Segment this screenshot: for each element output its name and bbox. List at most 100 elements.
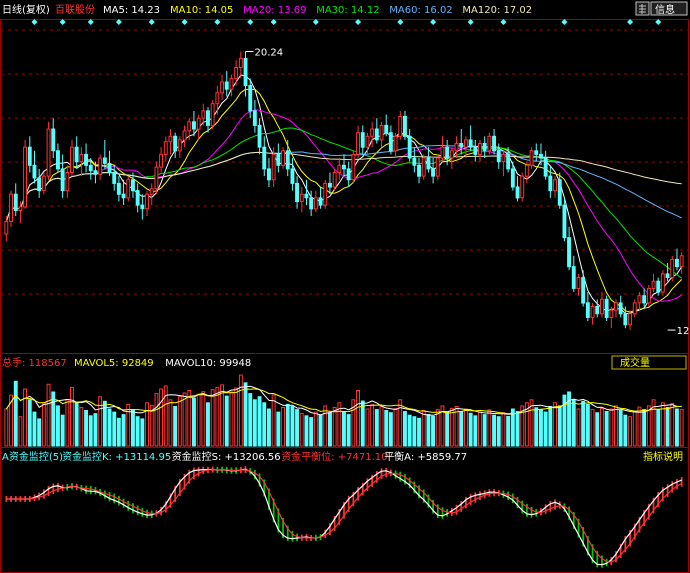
candle-body <box>421 157 426 177</box>
volume-bar <box>642 409 647 447</box>
volume-bars <box>4 374 684 447</box>
candle-body <box>374 128 379 141</box>
indicator-help-button[interactable]: 指标说明 <box>643 450 683 463</box>
volume-bar <box>332 407 337 447</box>
volume-bar <box>473 415 478 447</box>
candle-body <box>379 124 384 141</box>
candle-body <box>159 153 164 168</box>
volume-bar <box>679 408 684 447</box>
volume-bar <box>407 414 412 447</box>
candle-body <box>206 110 210 126</box>
ma-legend-item: MA10: 14.05 <box>170 5 233 16</box>
volume-bar <box>346 414 351 447</box>
candle-body <box>628 313 632 326</box>
candle-body <box>581 277 586 304</box>
volume-bar <box>243 382 248 447</box>
candle-body <box>356 132 361 155</box>
volume-bar <box>468 412 473 447</box>
volume-bar <box>571 399 576 447</box>
volume-bar <box>4 408 9 447</box>
volume-bar <box>309 417 314 447</box>
ma-legend-item: MA5: 14.23 <box>103 5 160 16</box>
candle-body <box>623 313 628 326</box>
volume-bar <box>84 410 88 447</box>
candle-body <box>403 115 407 137</box>
candle-body <box>60 168 65 192</box>
candle-body <box>290 168 295 184</box>
candle-body <box>328 182 332 188</box>
candle-body <box>224 81 229 90</box>
indicator-s-line <box>6 469 682 563</box>
volume-bar <box>93 413 98 447</box>
candle-body <box>234 67 239 79</box>
price-annotations: 20.24 12.55 <box>245 48 690 337</box>
volume-bar <box>154 393 159 447</box>
volume-bar <box>384 410 389 447</box>
stock-chart-svg: 20.24 12.55 日线(复权) 百联股份 MA5: 14.23 MA10: 1… <box>0 1 690 573</box>
period-label[interactable]: 日线(复权) <box>2 3 50 16</box>
candle-body <box>637 295 642 304</box>
ma-legend-item: MA20: 13.69 <box>243 5 306 16</box>
volume-bar <box>374 409 379 447</box>
candle-body <box>304 193 309 199</box>
indicator-legend-item: 资金监控K: +13114.95 <box>62 450 171 463</box>
volume-bar <box>252 399 257 447</box>
indicator-title: A资金监控(5) <box>2 450 63 463</box>
candle-body <box>243 57 248 87</box>
candle-body <box>449 150 454 159</box>
volume-bar <box>116 417 121 447</box>
volume-bar <box>290 406 295 447</box>
volume-bar <box>41 402 46 447</box>
grid-icon-lines <box>639 4 646 14</box>
volume-bar <box>431 415 436 447</box>
volume-bar <box>576 408 581 447</box>
indicator-legend-item: 资金监控S: +13206.56 <box>172 450 281 463</box>
candle-body <box>384 124 389 134</box>
volume-bar <box>107 408 112 447</box>
volume-bar <box>435 409 440 447</box>
candle-body <box>609 309 614 318</box>
candle-body <box>93 170 98 175</box>
candle-body <box>281 150 286 166</box>
volume-legend-item: 总手: 118567 <box>2 356 67 369</box>
volume-bar <box>238 374 243 447</box>
volume-bar <box>487 409 492 447</box>
price-panel-frame <box>0 19 689 354</box>
volume-bar <box>515 411 520 447</box>
volume-bar <box>342 411 346 447</box>
volume-bar <box>74 402 79 447</box>
candle-body <box>154 166 159 190</box>
ma-legend: MA5: 14.23 MA10: 14.05 MA20: 13.69 MA30: 14… <box>103 5 532 16</box>
volume-bar <box>248 393 253 447</box>
candle-body <box>515 186 520 199</box>
candle-body <box>510 168 515 188</box>
candle-body <box>112 172 117 184</box>
candle-body <box>557 179 562 206</box>
volume-bar <box>562 394 567 447</box>
volume-bar <box>13 380 18 447</box>
candle-body <box>492 135 497 152</box>
candle-body <box>192 121 196 130</box>
candle-body <box>41 175 46 192</box>
candle-body <box>98 157 103 175</box>
volume-indicator-label: 成交量 <box>620 356 650 369</box>
indicator-legend-item: 资金平衡位: +7471.10 <box>281 450 387 463</box>
volume-bar <box>112 411 117 447</box>
candle-body <box>459 143 464 148</box>
volume-bar <box>388 412 393 447</box>
candle-body <box>346 168 351 181</box>
candle-body <box>56 150 60 170</box>
candle-body <box>370 128 375 137</box>
volume-bar <box>224 395 229 447</box>
candle-body <box>145 193 150 210</box>
volume-bar <box>206 402 210 447</box>
candle-body <box>229 77 234 90</box>
candle-body <box>102 157 107 164</box>
volume-bar <box>121 414 126 447</box>
volume-bar <box>604 411 609 447</box>
candle-body <box>32 164 37 179</box>
candle-body <box>482 143 487 152</box>
candle-body <box>88 164 93 172</box>
volume-bar <box>196 393 201 447</box>
volume-bar <box>210 389 215 447</box>
